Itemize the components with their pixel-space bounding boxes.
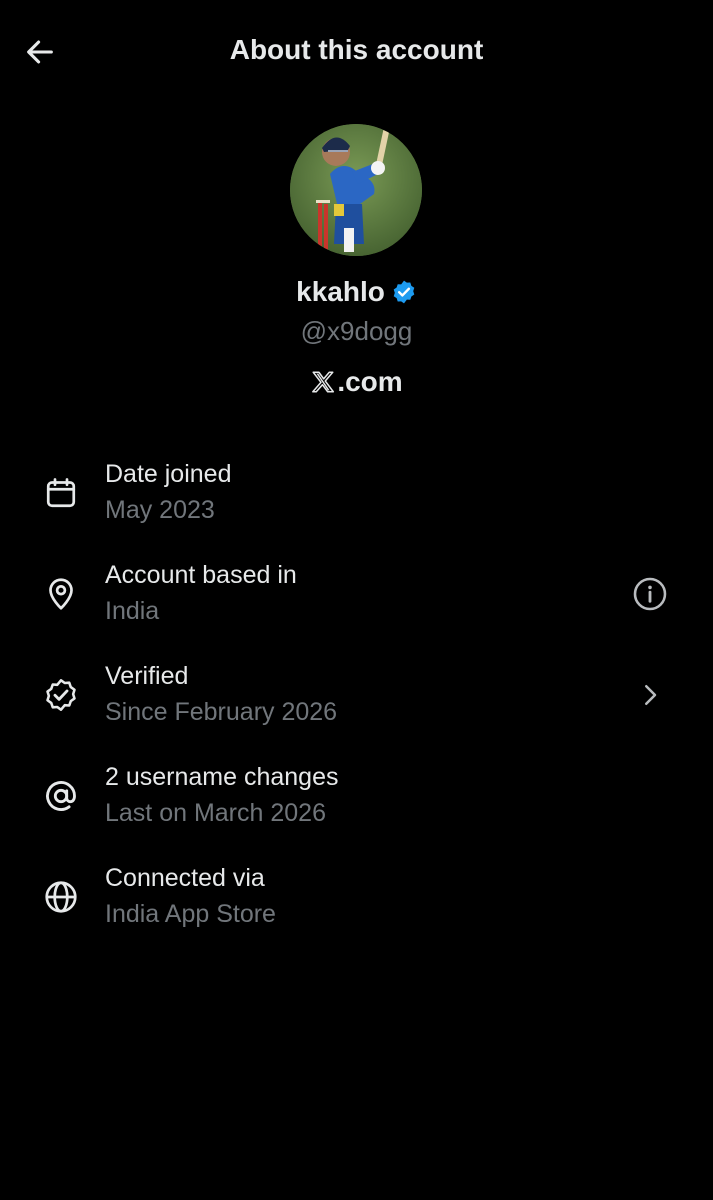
account-info-list: Date joined May 2023 Account based in In… <box>0 456 713 961</box>
chevron-button[interactable] <box>631 676 669 714</box>
row-subtitle: India App Store <box>105 900 276 928</box>
chevron-right-icon <box>645 685 657 705</box>
connected-via-row: Connected via India App Store <box>0 860 713 961</box>
calendar-icon <box>42 474 80 512</box>
at-sign-icon <box>42 777 80 815</box>
row-subtitle: Last on March 2026 <box>105 799 326 827</box>
account-handle: @x9dogg <box>300 316 413 346</box>
verified-row[interactable]: Verified Since February 2026 <box>0 658 713 759</box>
display-name: kkahlo <box>296 276 385 307</box>
avatar-image <box>290 124 422 256</box>
verified-badge-outline-icon <box>42 676 80 714</box>
row-subtitle: Since February 2026 <box>105 698 338 726</box>
page-title: About this account <box>229 34 484 65</box>
row-title: Connected via <box>105 864 265 892</box>
row-title: Verified <box>105 662 189 690</box>
row-title: Date joined <box>105 460 232 488</box>
avatar[interactable] <box>290 124 422 256</box>
info-icon <box>633 577 667 611</box>
website-text: .com <box>337 366 403 397</box>
date-joined-row: Date joined May 2023 <box>0 456 713 557</box>
info-button[interactable] <box>631 575 669 613</box>
verified-badge-icon <box>393 280 415 304</box>
row-title: 2 username changes <box>105 763 339 791</box>
row-title: Account based in <box>105 561 297 589</box>
header: About this account <box>0 0 713 100</box>
location-pin-icon <box>42 575 80 613</box>
website-link[interactable]: .com <box>0 366 713 398</box>
globe-icon <box>42 878 80 916</box>
row-subtitle: India <box>105 597 160 625</box>
name-row: kkahlo <box>0 276 713 308</box>
x-logo-icon <box>312 371 335 393</box>
username-changes-row: 2 username changes Last on March 2026 <box>0 759 713 860</box>
row-subtitle: May 2023 <box>105 496 215 524</box>
account-based-in-row: Account based in India <box>0 557 713 658</box>
